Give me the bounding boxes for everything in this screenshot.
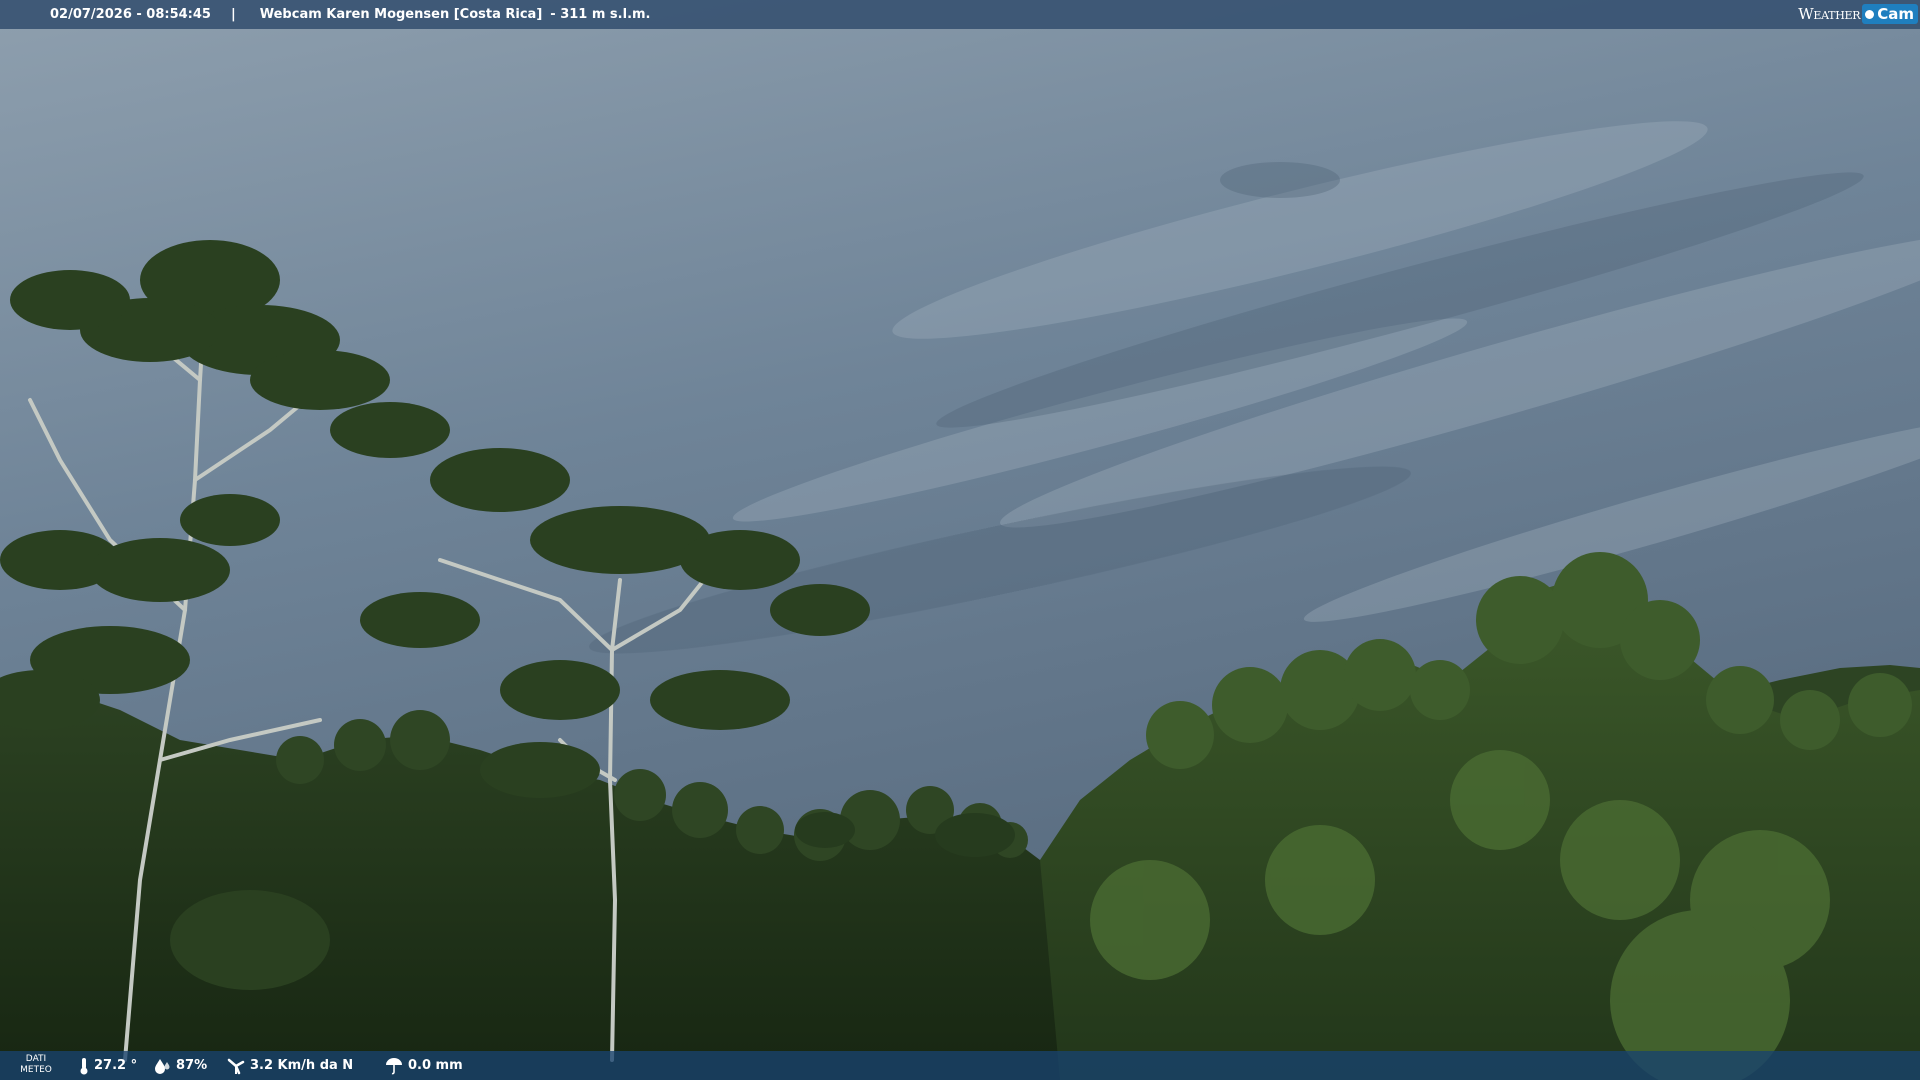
badge-line-2: METEO <box>20 1065 52 1075</box>
logo-cam-box: Cam <box>1862 4 1918 24</box>
logo-weather-text: Weather <box>1798 5 1861 23</box>
humidity-icon <box>155 1058 170 1074</box>
logo-cam-text: Cam <box>1877 5 1914 23</box>
wind-reading: 3.2 Km/h da N <box>226 1051 353 1080</box>
webcam-frame: 02/07/2026 - 08:54:45 | Webcam Karen Mog… <box>0 0 1920 1080</box>
webcam-image <box>0 0 1920 1080</box>
temperature-value: 27.2 ° <box>94 1058 138 1073</box>
rain-reading: 0.0 mm <box>384 1051 463 1080</box>
temperature-reading: 27.2 ° <box>78 1051 137 1080</box>
weather-data-bar: DATI METEO 27.2 ° 87% 3.2 Km/h da N 0.0 … <box>0 1051 1920 1080</box>
webcam-info-bar: 02/07/2026 - 08:54:45 | Webcam Karen Mog… <box>0 0 1920 29</box>
logo-sun-icon <box>1865 9 1875 19</box>
separator: | <box>230 7 236 22</box>
elevation-label: - 311 m s.l.m. <box>550 7 651 22</box>
weathercam-logo[interactable]: Weather Cam <box>1798 3 1918 25</box>
rain-icon <box>386 1057 402 1074</box>
humidity-value: 87% <box>176 1058 208 1073</box>
dati-meteo-badge: DATI METEO <box>14 1054 58 1076</box>
rain-value: 0.0 mm <box>408 1058 463 1073</box>
webcam-location: Webcam Karen Mogensen [Costa Rica] <box>259 7 543 22</box>
wind-icon <box>227 1058 245 1074</box>
badge-line-1: DATI <box>25 1054 47 1064</box>
humidity-reading: 87% <box>152 1051 207 1080</box>
thermometer-icon <box>80 1057 88 1074</box>
capture-datetime: 02/07/2026 - 08:54:45 <box>50 7 211 22</box>
wind-value: 3.2 Km/h da N <box>250 1058 354 1073</box>
